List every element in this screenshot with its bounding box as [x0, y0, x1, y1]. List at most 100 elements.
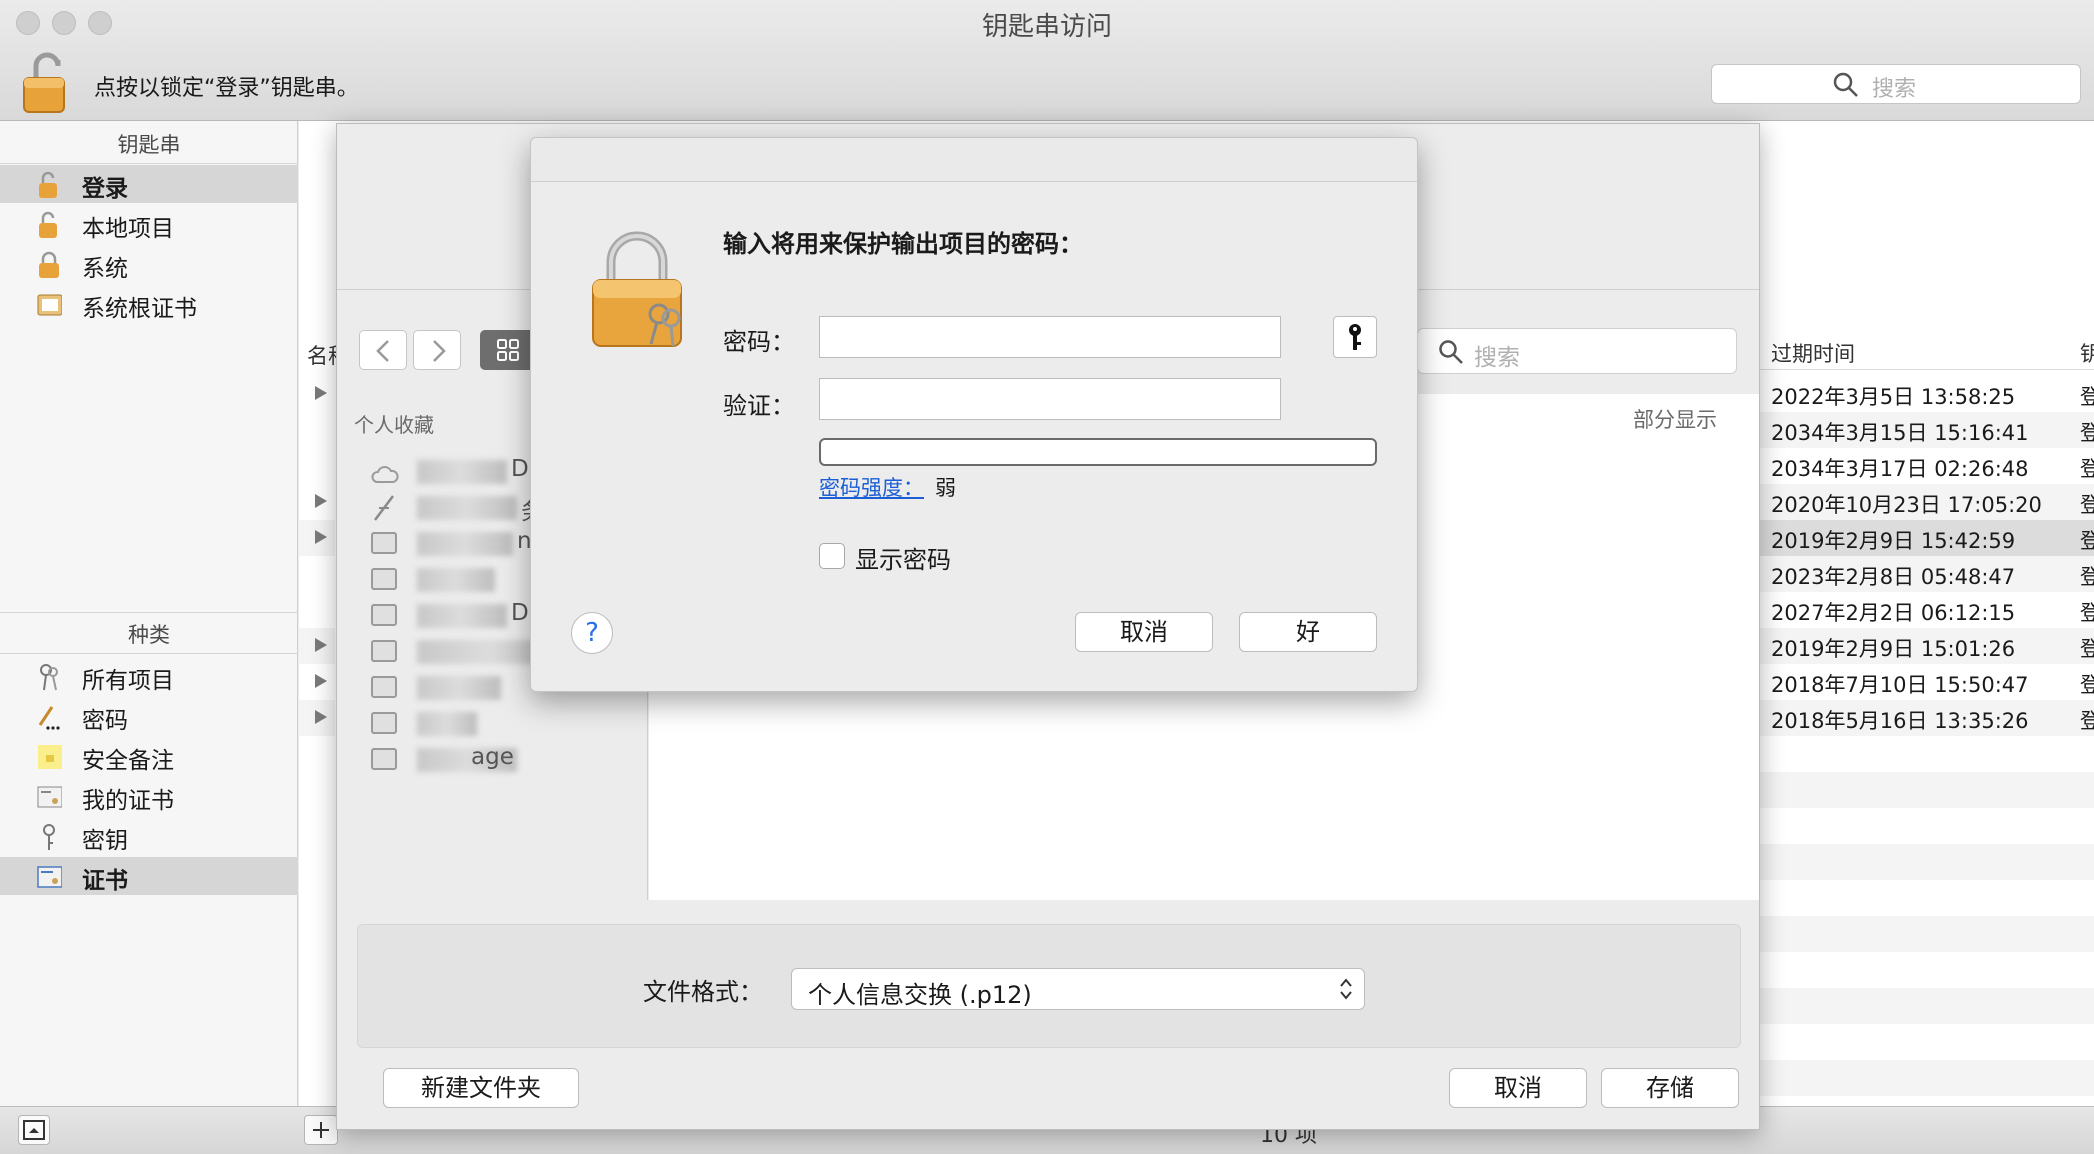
disclosure-triangle[interactable] — [299, 628, 335, 664]
password-assistant-button[interactable] — [1333, 316, 1377, 358]
table-row[interactable]: 2018年7月10日 15:50:47 登 — [1759, 664, 2094, 700]
up-down-chevron-icon — [1340, 978, 1352, 1000]
lock-icon — [39, 251, 59, 278]
disclosure-triangle[interactable] — [299, 664, 335, 700]
folder-icon — [371, 604, 397, 626]
table-row[interactable]: 2034年3月17日 02:26:48 登 — [1759, 448, 2094, 484]
show-password-label[interactable]: 显示密码 — [855, 540, 951, 575]
column-header-keychain[interactable]: 钥 — [2080, 338, 2094, 368]
categories-header: 种类 — [128, 623, 170, 647]
sidebar-item-secure-notes[interactable]: 安全备注 — [0, 737, 298, 775]
table-row[interactable]: 2023年2月8日 05:48:47 登 — [1759, 556, 2094, 592]
table-row[interactable]: 2027年2月2日 06:12:15 登 — [1759, 592, 2094, 628]
lock-open-icon[interactable] — [22, 52, 72, 114]
password-strength-link[interactable]: 密码强度： — [819, 472, 924, 502]
sidebar-item-system-roots[interactable]: 系统根证书 — [0, 285, 298, 323]
disclosure-triangle[interactable] — [299, 520, 335, 556]
key-icon — [1349, 324, 1361, 350]
show-password-checkbox[interactable] — [819, 543, 845, 569]
plus-icon — [313, 1122, 329, 1138]
ok-button[interactable]: 好 — [1239, 612, 1377, 652]
cloud-icon — [371, 466, 399, 483]
key-icon — [43, 824, 55, 850]
password-strength-meter — [819, 438, 1377, 466]
help-button[interactable]: ? — [571, 612, 613, 654]
table-row[interactable]: 2022年3月5日 13:58:25 登 — [1759, 376, 2094, 412]
disclosure-triangle[interactable] — [299, 700, 335, 736]
sidebar-item-login[interactable]: 登录 — [0, 165, 298, 203]
folder-icon — [371, 568, 397, 590]
sidebar-item-local-items[interactable]: 本地项目 — [0, 205, 298, 243]
sheet-search-field[interactable]: 搜索 — [1417, 328, 1737, 374]
new-folder-button[interactable]: 新建文件夹 — [383, 1068, 579, 1108]
disclosure-triangle[interactable] — [299, 376, 335, 412]
divider — [0, 653, 298, 654]
add-button[interactable] — [304, 1115, 338, 1145]
favorite-item[interactable] — [371, 706, 641, 742]
sidebar-item-all-items[interactable]: 所有项目 — [0, 657, 298, 695]
search-placeholder: 搜索 — [1872, 77, 1917, 102]
dialog-title: 输入将用来保护输出项目的密码： — [723, 230, 1083, 258]
favorite-item[interactable]: age — [371, 742, 641, 778]
empty-row — [1759, 1060, 2094, 1096]
empty-row — [1759, 772, 2094, 808]
folder-icon — [371, 676, 397, 698]
file-format-select[interactable]: 个人信息交换 (.p12) — [791, 968, 1365, 1010]
password-icon — [38, 706, 60, 730]
redacted-text — [417, 496, 517, 520]
table-row[interactable]: 2020年10月23日 17:05:20 登 — [1759, 484, 2094, 520]
table-row-selected[interactable]: 2019年2月9日 15:42:59 登 — [1759, 520, 2094, 556]
save-button[interactable]: 存储 — [1601, 1068, 1739, 1108]
redacted-text — [417, 460, 507, 484]
table-row[interactable]: 2034年3月15日 15:16:41 登 — [1759, 412, 2094, 448]
sidebar-item-my-certificates[interactable]: 我的证书 — [0, 777, 298, 815]
redacted-text — [417, 712, 477, 736]
disclosure-triangle[interactable] — [299, 484, 335, 520]
all-items-icon — [40, 664, 58, 691]
app-icon — [374, 495, 394, 521]
table-row[interactable]: 2019年2月9日 15:01:26 登 — [1759, 628, 2094, 664]
table-row[interactable]: 2018年5月16日 13:35:26 登 — [1759, 700, 2094, 736]
back-button[interactable] — [359, 330, 407, 370]
column-header-expiry[interactable]: 过期时间 — [1771, 338, 1855, 368]
sheet-cancel-button[interactable]: 取消 — [1449, 1068, 1587, 1108]
grid-view-icon — [497, 339, 519, 361]
dialog-header — [531, 138, 1417, 182]
verify-label: 验证： — [723, 392, 795, 420]
chevron-right-icon — [433, 340, 446, 362]
divider — [0, 163, 298, 164]
sidebar-item-certificates[interactable]: 证书 — [0, 857, 298, 895]
redacted-text — [417, 568, 495, 592]
search-icon — [1833, 72, 1858, 97]
forward-button[interactable] — [413, 330, 461, 370]
certificate-icon — [37, 866, 62, 888]
password-strength-value: 弱 — [935, 476, 956, 500]
lock-open-icon — [39, 211, 57, 238]
sidebar-item-passwords[interactable]: 密码 — [0, 697, 298, 735]
sidebar-item-system[interactable]: 系统 — [0, 245, 298, 283]
folder-icon — [371, 640, 397, 662]
icon-view-button[interactable] — [480, 330, 536, 370]
dialog-cancel-button[interactable]: 取消 — [1075, 612, 1213, 652]
lock-open-icon — [39, 171, 57, 198]
password-label: 密码： — [723, 328, 795, 356]
lock-hint[interactable]: 点按以锁定“登录”钥匙串。 — [94, 70, 359, 102]
my-certificate-icon — [37, 786, 62, 808]
folder-icon — [371, 712, 397, 734]
redacted-text — [417, 676, 501, 700]
divider — [0, 612, 298, 613]
redacted-text — [417, 604, 507, 628]
redacted-text — [417, 532, 513, 556]
folder-icon — [371, 748, 397, 770]
window-toolbar: 钥匙串访问 点按以锁定“登录”钥匙串。 搜索 — [0, 0, 2094, 121]
partial-display-label[interactable]: 部分显示 — [1633, 404, 1717, 434]
password-input[interactable] — [819, 316, 1281, 358]
password-dialog: 输入将用来保护输出项目的密码： 密码： 验证： 密码强度： 弱 显示密码 ? 取… — [530, 137, 1418, 692]
chevron-left-icon — [376, 340, 389, 362]
keychains-header: 钥匙串 — [117, 133, 181, 157]
favorites-header: 个人收藏 — [354, 413, 434, 437]
search-field[interactable]: 搜索 — [1711, 64, 2081, 104]
verify-input[interactable] — [819, 378, 1281, 420]
sidebar-toggle-button[interactable] — [18, 1115, 50, 1145]
sidebar-item-keys[interactable]: 密钥 — [0, 817, 298, 855]
